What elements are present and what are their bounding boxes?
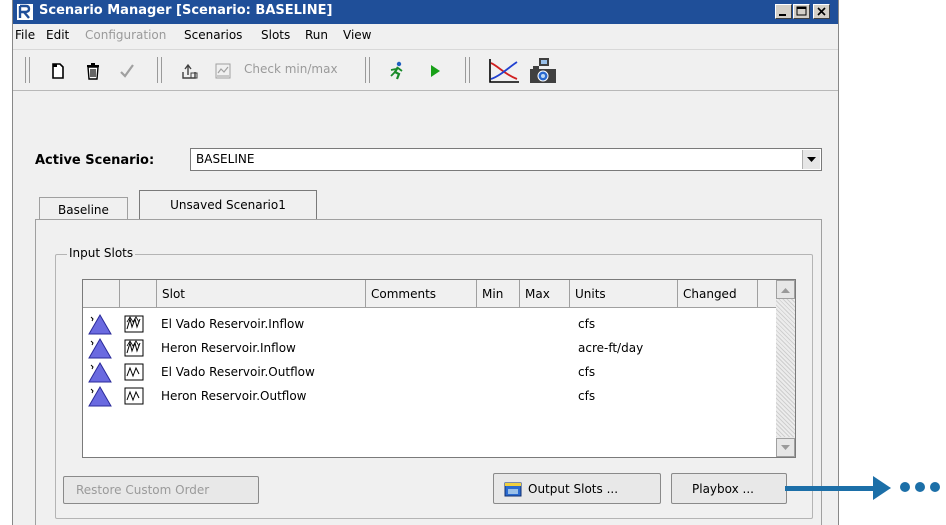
menu-file[interactable]: File [15,28,35,42]
input-slots-table[interactable]: Slot Comments Min Max Units Changed El V… [82,279,796,458]
reservoir-icon [88,362,112,383]
open-plot-button[interactable] [487,58,521,84]
maximize-button[interactable] [793,4,810,19]
toolbar-grip[interactable] [157,57,162,83]
menu-view[interactable]: View [343,28,371,42]
inflow-series-icon [124,315,144,333]
chevron-down-icon [781,444,790,450]
slot-name: Heron Reservoir.Inflow [161,341,296,355]
table-row[interactable]: Heron Reservoir.Outflow cfs [83,384,777,408]
trash-icon [87,63,99,80]
playbox-button[interactable]: Playbox ... [671,473,787,504]
check-button[interactable] [114,58,140,84]
menu-configuration[interactable]: Configuration [85,28,166,42]
inflow-series-icon [124,339,144,357]
outflow-series-icon [124,387,144,405]
callout-arrow-head [873,476,891,500]
scrollbar-track[interactable] [776,299,795,437]
slot-name: El Vado Reservoir.Inflow [161,317,305,331]
active-scenario-dropdown[interactable]: BASELINE [190,148,822,171]
slot-units: acre-ft/day [578,341,644,355]
menu-edit[interactable]: Edit [46,28,69,42]
run-button[interactable] [422,58,448,84]
riverware-app-icon [17,4,33,20]
play-icon [431,65,440,77]
run-wizard-button[interactable] [384,58,410,84]
toolbar-grip[interactable] [465,57,470,83]
close-button[interactable] [813,4,830,19]
active-scenario-label: Active Scenario: [35,153,155,168]
column-header-max[interactable]: Max [520,280,570,307]
active-scenario-value: BASELINE [196,152,255,166]
chevron-down-icon [807,156,816,162]
delete-scenario-button[interactable] [80,58,106,84]
table-row[interactable]: Heron Reservoir.Inflow acre-ft/day [83,336,777,360]
scroll-down-button[interactable] [776,438,795,457]
callout-arrow-line [785,486,875,491]
snapshot-button[interactable] [526,58,560,84]
runner-icon [390,61,403,80]
menu-bar: File Edit Configuration Scenarios Slots … [13,25,838,47]
slot-units: cfs [578,389,596,403]
restore-custom-order-button[interactable]: Restore Custom Order [63,476,259,504]
column-header-slot[interactable]: Slot [157,280,366,307]
slot-name: El Vado Reservoir.Outflow [161,365,315,379]
dropdown-arrow-button[interactable] [802,150,820,169]
plot-icon [215,63,231,79]
tab-unsaved-scenario1[interactable]: Unsaved Scenario1 [139,190,317,220]
window-title: Scenario Manager [Scenario: BASELINE] [39,3,333,18]
new-scenario-button[interactable] [45,58,71,84]
menu-run[interactable]: Run [305,28,328,42]
menu-scenarios[interactable]: Scenarios [184,28,242,42]
tab-baseline[interactable]: Baseline [39,197,128,220]
reservoir-icon [88,386,112,407]
column-header-changed[interactable]: Changed [678,280,758,307]
tab-unsaved-scenario1-label: Unsaved Scenario1 [170,198,286,212]
reservoir-icon [88,314,112,335]
chevron-up-icon [781,287,790,293]
check-minmax-button[interactable]: Check min/max [244,62,338,76]
tab-baseline-label: Baseline [58,203,109,217]
input-slots-group-label: Input Slots [67,246,136,260]
reservoir-icon [88,338,112,359]
outflow-series-icon [124,363,144,381]
scenario-manager-window: Scenario Manager [Scenario: BASELINE] Fi… [12,0,839,525]
toolbar-grip[interactable] [365,57,370,83]
column-header-icon2[interactable] [120,280,157,307]
table-row[interactable]: El Vado Reservoir.Outflow cfs [83,360,777,384]
toolbar-grip[interactable] [25,57,30,83]
table-header: Slot Comments Min Max Units Changed [83,280,777,308]
export-button[interactable] [177,58,203,84]
column-header-units[interactable]: Units [570,280,678,307]
ellipsis-dot [900,482,910,492]
slot-units: cfs [578,317,596,331]
chart-icon [489,59,519,83]
vertical-scrollbar[interactable] [776,280,795,457]
table-row[interactable]: El Vado Reservoir.Inflow cfs [83,312,777,336]
column-header-min[interactable]: Min [477,280,520,307]
ellipsis-dot [915,482,925,492]
scroll-up-button[interactable] [776,280,795,299]
slot-name: Heron Reservoir.Outflow [161,389,307,403]
plot-minmax-button[interactable] [210,58,236,84]
output-slots-button[interactable]: Output Slots ... [493,473,661,504]
title-bar[interactable]: Scenario Manager [Scenario: BASELINE] [13,0,838,24]
column-header-icon1[interactable] [83,280,120,307]
ellipsis-dot [930,482,940,492]
slot-units: cfs [578,365,596,379]
minimize-button[interactable] [775,4,792,19]
export-icon [182,63,198,79]
toolbar: Check min/max [13,49,838,91]
output-slots-icon [504,482,522,497]
check-icon [120,64,134,78]
column-header-comments[interactable]: Comments [366,280,477,307]
camera-icon [530,58,556,83]
new-icon [52,63,64,79]
menu-slots[interactable]: Slots [261,28,290,42]
